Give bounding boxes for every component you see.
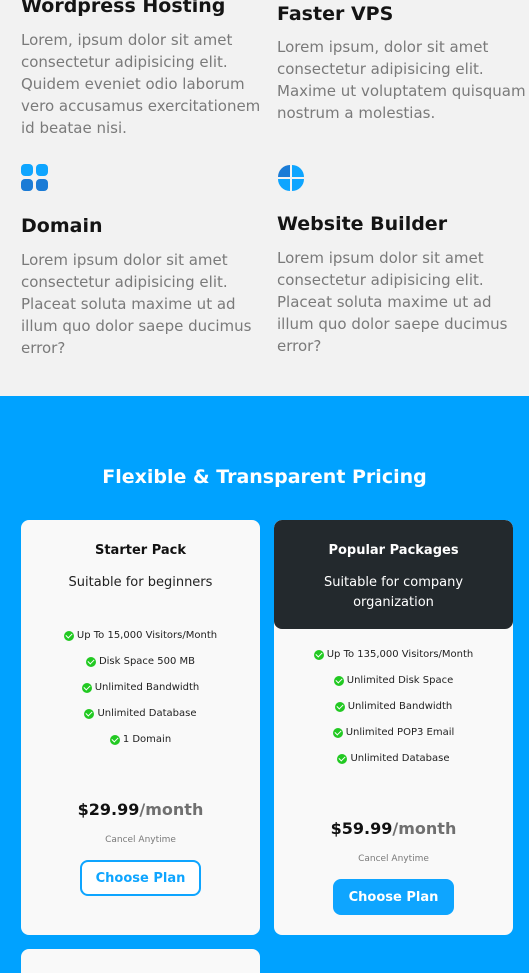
choose-plan-button[interactable]: Choose Plan — [333, 879, 454, 915]
service-title: Website Builder — [277, 213, 448, 235]
feature-item: Unlimited Disk Space — [274, 673, 513, 699]
plan-note: Cancel Anytime — [105, 835, 176, 845]
plan-card-partial — [21, 949, 260, 973]
service-title: Domain — [21, 215, 103, 237]
plan-card-starter: Starter Pack Suitable for beginners Up T… — [21, 520, 260, 935]
check-circle-icon — [63, 631, 74, 641]
plan-name: Starter Pack — [94, 543, 187, 558]
service-description: Lorem ipsum dolor sit amet consectetur a… — [21, 251, 252, 357]
check-circle-icon — [85, 657, 96, 667]
plan-header: Popular Packages Suitable for company or… — [274, 520, 513, 629]
check-circle-icon — [81, 683, 92, 693]
service-website-builder: Website Builder Lorem ipsum dolor sit am… — [277, 212, 509, 357]
feature-item: Unlimited Database — [21, 706, 260, 732]
feature-item: Up To 15,000 Visitors/Month — [21, 628, 260, 654]
feature-item: Unlimited Bandwidth — [274, 699, 513, 725]
check-circle-icon — [332, 728, 343, 738]
plan-feature-list: Up To 135,000 Visitors/Month Unlimited D… — [274, 647, 513, 777]
pricing-section: Flexible & Transparent Pricing Starter P… — [0, 396, 529, 973]
plan-note: Cancel Anytime — [358, 854, 429, 864]
plan-card-popular: Popular Packages Suitable for company or… — [274, 520, 513, 935]
feature-item: Unlimited Database — [274, 751, 513, 777]
services-section: Wordpress Hosting Lorem, ipsum dolor sit… — [0, 0, 529, 396]
plan-price: $59.99/month — [330, 819, 457, 838]
service-domain: Domain Lorem ipsum dolor sit amet consec… — [21, 214, 253, 359]
feature-item: 1 Domain — [21, 732, 260, 758]
plan-price: $29.99/month — [77, 800, 204, 819]
check-circle-icon — [84, 709, 95, 719]
check-circle-icon — [334, 702, 345, 712]
service-description: Lorem, ipsum dolor sit amet consectetur … — [21, 31, 261, 137]
pricing-title: Flexible & Transparent Pricing — [102, 466, 427, 488]
feature-item: Unlimited Bandwidth — [21, 680, 260, 706]
service-description: Lorem ipsum dolor sit amet consectetur a… — [277, 249, 508, 355]
check-circle-icon — [109, 735, 120, 745]
check-circle-icon — [333, 676, 344, 686]
feature-item: Unlimited POP3 Email — [274, 725, 513, 751]
plan-name: Popular Packages — [328, 543, 459, 558]
service-wordpress-hosting: Wordpress Hosting Lorem, ipsum dolor sit… — [21, 0, 261, 139]
service-description: Lorem ipsum, dolor sit amet consectetur … — [277, 38, 526, 122]
grid-squares-icon — [21, 164, 49, 196]
service-faster-vps: Faster VPS Lorem ipsum, dolor sit amet c… — [277, 2, 526, 124]
choose-plan-button[interactable]: Choose Plan — [80, 860, 201, 896]
pie-quarters-icon — [277, 164, 305, 196]
service-title: Wordpress Hosting — [21, 0, 226, 17]
plan-feature-list: Up To 15,000 Visitors/Month Disk Space 5… — [21, 628, 260, 758]
plan-subtitle: Suitable for beginners — [68, 575, 213, 590]
feature-item: Up To 135,000 Visitors/Month — [274, 647, 513, 673]
check-circle-icon — [337, 754, 348, 764]
feature-item: Disk Space 500 MB — [21, 654, 260, 680]
plan-header: Starter Pack Suitable for beginners — [21, 520, 260, 593]
plan-subtitle: Suitable for company organization — [323, 575, 464, 610]
check-circle-icon — [313, 650, 324, 660]
service-title: Faster VPS — [277, 3, 394, 25]
